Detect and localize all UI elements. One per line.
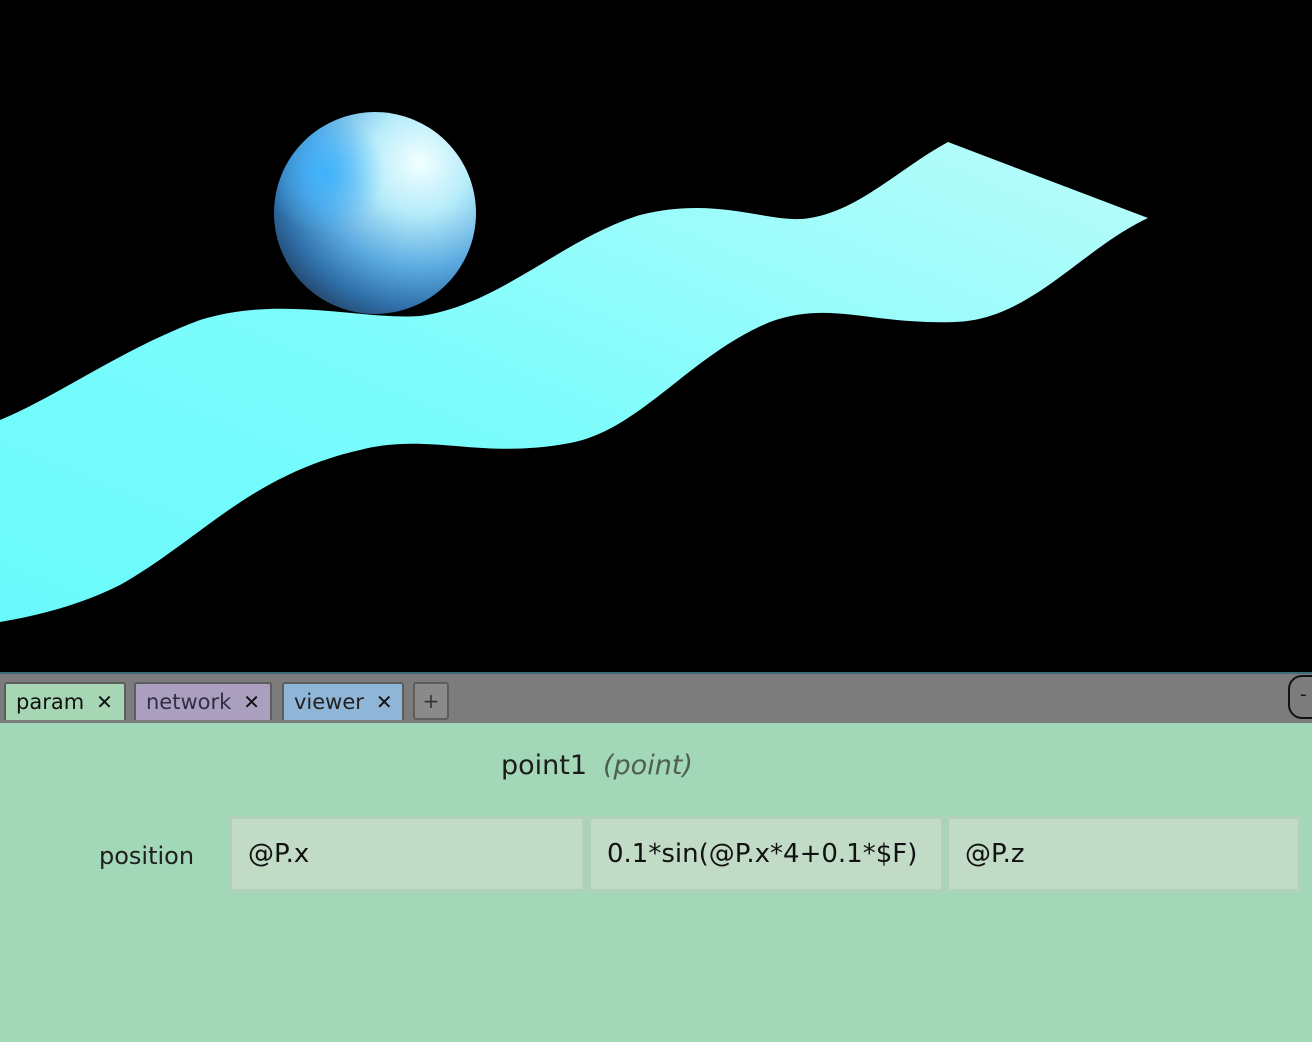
tab-network-label: network: [146, 690, 232, 714]
3d-viewport[interactable]: [0, 0, 1312, 672]
position-y-field[interactable]: 0.1*sin(@P.x*4+0.1*$F): [588, 816, 944, 892]
panel-tab-bar: param ✕ network ✕ viewer ✕ + -: [0, 672, 1312, 723]
tab-param-label: param: [16, 690, 85, 714]
close-icon[interactable]: ✕: [376, 692, 393, 712]
parameter-panel: point1 (point) position @P.x 0.1*sin(@P.…: [0, 723, 1312, 1042]
viewport-canvas[interactable]: [0, 0, 1312, 672]
add-tab-button[interactable]: +: [413, 682, 449, 720]
wave-ribbon-surface: [0, 142, 1148, 622]
tab-param[interactable]: param ✕: [4, 682, 126, 720]
position-z-field[interactable]: @P.z: [946, 816, 1301, 892]
sphere-rim-highlight: [274, 112, 476, 314]
node-type: (point): [603, 750, 693, 781]
close-icon[interactable]: ✕: [243, 692, 260, 712]
node-name: point1: [501, 750, 588, 781]
collapse-panel-button[interactable]: -: [1288, 675, 1312, 719]
position-x-field[interactable]: @P.x: [229, 816, 585, 892]
tab-network[interactable]: network ✕: [134, 682, 272, 720]
close-icon[interactable]: ✕: [96, 692, 113, 712]
tab-viewer[interactable]: viewer ✕: [282, 682, 404, 720]
position-label: position: [99, 842, 195, 870]
tab-viewer-label: viewer: [294, 690, 364, 714]
